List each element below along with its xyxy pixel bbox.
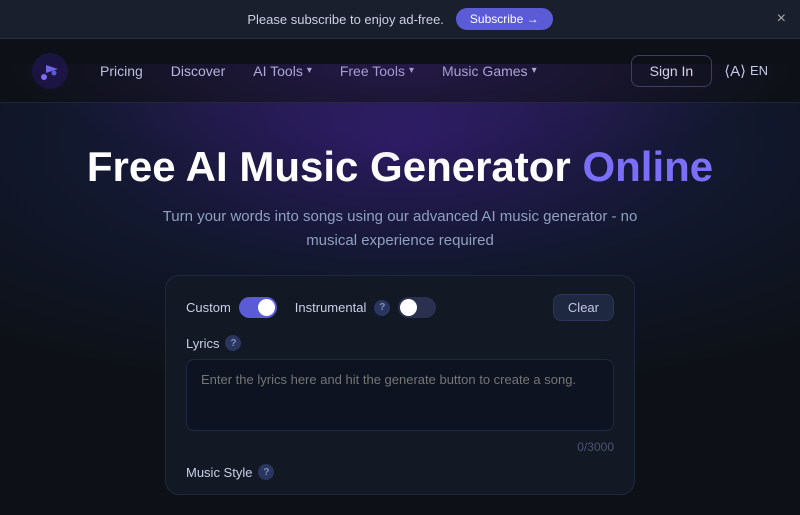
translate-icon: ⟨A⟩ [724, 62, 746, 80]
announcement-bar: Please subscribe to enjoy ad-free. Subsc… [0, 0, 800, 39]
custom-toggle-group: Custom [186, 297, 277, 318]
ai-tools-chevron-icon: ▾ [307, 65, 312, 76]
language-button[interactable]: ⟨A⟩ EN [724, 62, 768, 80]
generator-card: Custom Instrumental ? Clear Lyrics [165, 275, 635, 495]
char-count: 0/3000 [186, 440, 614, 454]
nav-music-games[interactable]: Music Games ▾ [442, 63, 537, 79]
announcement-text: Please subscribe to enjoy ad-free. [247, 12, 444, 27]
free-tools-chevron-icon: ▾ [409, 65, 414, 76]
nav-ai-tools[interactable]: AI Tools ▾ [253, 63, 312, 79]
controls-left: Custom Instrumental ? [186, 297, 436, 318]
nav-free-tools[interactable]: Free Tools ▾ [340, 63, 414, 79]
music-style-row: Music Style ? [186, 464, 614, 480]
lyrics-textarea[interactable] [186, 359, 614, 431]
logo-icon [32, 53, 68, 89]
nav-actions: Sign In ⟨A⟩ EN [631, 55, 768, 87]
instrumental-toggle-group: Instrumental ? [295, 297, 437, 318]
logo[interactable] [32, 53, 68, 89]
instrumental-label: Instrumental [295, 300, 367, 315]
controls-row: Custom Instrumental ? Clear [186, 294, 614, 321]
navbar: Pricing Discover AI Tools ▾ Free Tools ▾… [0, 39, 800, 103]
instrumental-help-icon[interactable]: ? [374, 300, 390, 316]
sign-in-button[interactable]: Sign In [631, 55, 713, 87]
nav-pricing[interactable]: Pricing [100, 63, 143, 79]
lyrics-help-icon[interactable]: ? [225, 335, 241, 351]
lyrics-label: Lyrics [186, 336, 219, 351]
hero-subtitle: Turn your words into songs using our adv… [160, 205, 640, 253]
hero-title-text: Free AI Music Generator [87, 143, 571, 190]
nav-links: Pricing Discover AI Tools ▾ Free Tools ▾… [100, 63, 631, 79]
instrumental-toggle[interactable] [398, 297, 436, 318]
music-style-label: Music Style [186, 465, 252, 480]
music-style-help-icon[interactable]: ? [258, 464, 274, 480]
custom-toggle[interactable] [239, 297, 277, 318]
lyrics-row: Lyrics ? [186, 335, 614, 351]
clear-button[interactable]: Clear [553, 294, 614, 321]
custom-toggle-knob [258, 299, 275, 316]
music-games-chevron-icon: ▾ [532, 65, 537, 76]
custom-label: Custom [186, 300, 231, 315]
hero-section: Free AI Music Generator Online Turn your… [0, 103, 800, 515]
hero-title: Free AI Music Generator Online [32, 143, 768, 191]
instrumental-toggle-knob [400, 299, 417, 316]
nav-discover[interactable]: Discover [171, 63, 225, 79]
close-announcement-button[interactable]: × [777, 11, 786, 27]
subscribe-button[interactable]: Subscribe → [456, 8, 553, 30]
hero-title-highlight: Online [582, 143, 713, 190]
